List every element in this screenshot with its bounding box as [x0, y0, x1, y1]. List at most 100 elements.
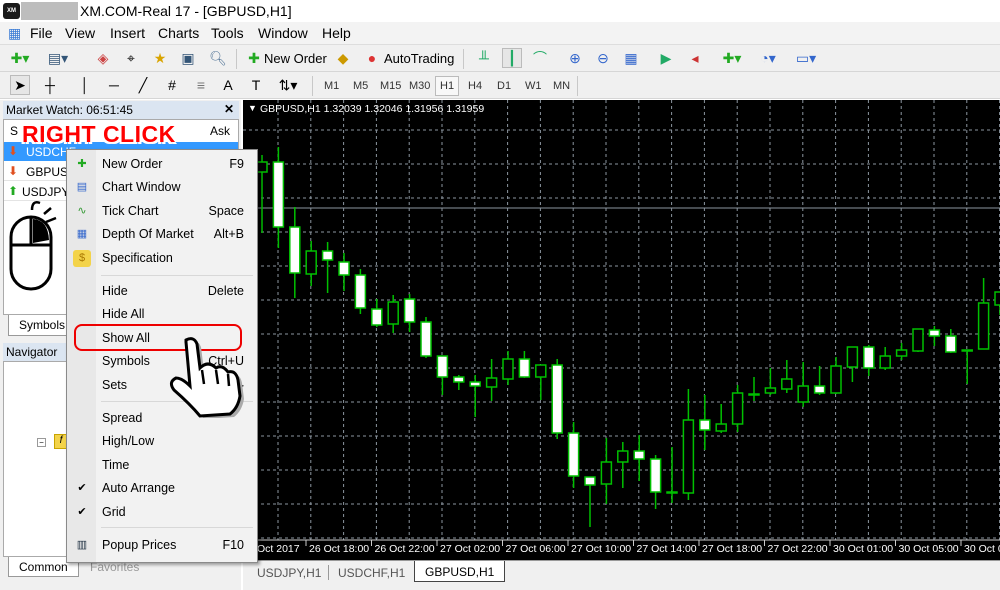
menu-item-label: High/Low	[102, 434, 155, 448]
menu-view[interactable]: View	[65, 25, 95, 41]
candle-body	[977, 302, 990, 350]
profiles-icon[interactable]: ▤▾	[48, 48, 68, 68]
candle-body	[863, 346, 875, 369]
candlestick-chart[interactable]	[243, 100, 1000, 560]
timeframe-h1[interactable]: H1	[435, 76, 460, 96]
candle-body	[600, 461, 613, 485]
autotrading-button[interactable]: AutoTrading	[384, 51, 454, 66]
new-chart-icon[interactable]: ✚▾	[10, 48, 30, 68]
candle-body	[764, 387, 777, 394]
crosshair-icon[interactable]: ┼	[40, 75, 60, 95]
menu-item-time[interactable]: Time	[67, 455, 257, 477]
menu-item-chart-window[interactable]: ▤ Chart Window	[67, 177, 257, 199]
candle-body	[272, 161, 285, 228]
autoscroll-icon[interactable]: ▶	[656, 48, 676, 68]
timeframe-m30[interactable]: M30	[409, 80, 430, 92]
candle-body	[354, 274, 367, 309]
equidistant-channel-icon[interactable]: #	[162, 75, 182, 95]
separator	[463, 49, 464, 69]
candle-body	[961, 349, 973, 352]
menu-item-grid[interactable]: ✔ Grid	[67, 502, 257, 524]
navigator-icon[interactable]: ★	[150, 48, 170, 68]
menu-item-hide-all[interactable]: Hide All	[67, 304, 257, 326]
candle-body	[551, 364, 563, 434]
fibonacci-icon[interactable]: ≡	[191, 75, 211, 95]
app-icon[interactable]: ▦	[8, 25, 21, 42]
chart-tab-gbpusd[interactable]: GBPUSD,H1	[414, 561, 506, 582]
autotrading-icon[interactable]: ●	[362, 48, 382, 68]
timeframe-h4[interactable]: H4	[468, 80, 482, 92]
metaeditor-icon[interactable]: ◆	[333, 48, 353, 68]
cursor-icon[interactable]: ➤	[10, 75, 30, 95]
arrows-icon[interactable]: ⇅▾	[278, 75, 298, 95]
menu-insert[interactable]: Insert	[110, 25, 145, 41]
market-watch-icon[interactable]: ◈	[93, 48, 113, 68]
vertical-line-icon[interactable]: │	[75, 75, 95, 95]
horizontal-line-icon[interactable]: ─	[104, 75, 124, 95]
templates-icon[interactable]: ▭▾	[796, 48, 816, 68]
terminal-icon[interactable]: ▣	[178, 48, 198, 68]
candle-body	[731, 392, 744, 425]
menu-item-specification[interactable]: $ Specification	[67, 248, 257, 270]
new-order-button[interactable]: New Order	[264, 51, 327, 66]
zoom-in-icon[interactable]: ⊕	[565, 48, 585, 68]
timeframe-m5[interactable]: M5	[353, 80, 368, 92]
menu-item-high-low[interactable]: High/Low	[67, 431, 257, 453]
column-ask[interactable]: Ask	[210, 124, 230, 138]
candle-body	[699, 419, 711, 431]
chart-shift-icon[interactable]: ◂	[685, 48, 705, 68]
menu-item-new-order[interactable]: ✚ New Order F9	[67, 154, 257, 176]
line-chart-icon[interactable]: ⌒	[530, 48, 550, 68]
redacted-account	[21, 2, 78, 20]
tile-windows-icon[interactable]: ▦	[621, 48, 641, 68]
close-icon[interactable]: ✕	[224, 102, 234, 116]
chart-info: GBPUSD,H1 1.32039 1.32046 1.31956 1.3195…	[260, 103, 485, 115]
periods-icon[interactable]: ◔▾	[758, 48, 778, 68]
menu-window[interactable]: Window	[258, 25, 308, 41]
column-symbol[interactable]: S	[10, 124, 18, 138]
menu-charts[interactable]: Charts	[158, 25, 199, 41]
menu-item-hide[interactable]: Hide Delete	[67, 281, 257, 303]
candle-body	[617, 450, 629, 463]
menu-item-shortcut: Alt+B	[213, 227, 244, 241]
menu-tools[interactable]: Tools	[211, 25, 244, 41]
text-label-icon[interactable]: T	[246, 75, 266, 95]
separator	[312, 76, 313, 96]
menu-item-label: Hide	[102, 284, 128, 298]
new-order-icon[interactable]: ✚	[244, 48, 264, 68]
arrow-down-icon: ⬇	[8, 164, 19, 178]
chart-dropdown-icon[interactable]: ▼	[248, 103, 257, 113]
trendline-icon[interactable]: ╱	[133, 75, 153, 95]
title-bar: XM XM.COM-Real 17 - [GBPUSD,H1]	[0, 0, 1000, 22]
zoom-out-icon[interactable]: ⊖	[593, 48, 613, 68]
crosshair-target-icon[interactable]: ⌖	[121, 48, 141, 68]
timeframe-m1[interactable]: M1	[324, 80, 339, 92]
menu-item-auto-arrange[interactable]: ✔ Auto Arrange	[67, 478, 257, 500]
menu-file[interactable]: File	[30, 25, 53, 41]
text-icon[interactable]: A	[218, 75, 238, 95]
menu-item-label: Hide All	[102, 307, 145, 321]
indicators-icon[interactable]: ✚▾	[722, 48, 742, 68]
timeframe-mn[interactable]: MN	[553, 80, 570, 92]
timeframe-w1[interactable]: W1	[525, 80, 542, 92]
menu-help[interactable]: Help	[322, 25, 351, 41]
chart-tab-usdjpy[interactable]: USDJPY,H1	[257, 566, 321, 580]
timeframe-d1[interactable]: D1	[497, 80, 511, 92]
candlestick-chart-icon[interactable]: ┃	[502, 48, 522, 68]
menu-item-popup-prices[interactable]: ▥ Popup Prices F10	[67, 535, 257, 557]
window-title: XM.COM-Real 17 - [GBPUSD,H1]	[80, 3, 292, 19]
menu-item-shortcut: Space	[208, 204, 244, 218]
menu-item-tick-chart[interactable]: ∿ Tick Chart Space	[67, 201, 257, 223]
strategy-tester-icon[interactable]: 🔍︎	[208, 48, 228, 68]
timeframe-m15[interactable]: M15	[380, 80, 401, 92]
checkmark-icon: ✔	[77, 506, 87, 518]
candle-body	[321, 250, 334, 261]
chart-window[interactable]: ▼ GBPUSD,H1 1.32039 1.32046 1.31956 1.31…	[243, 100, 1000, 560]
chart-tab-usdchf[interactable]: USDCHF,H1	[338, 566, 405, 580]
candle-body	[403, 298, 416, 323]
bar-chart-icon[interactable]: ╨	[474, 48, 494, 68]
menu-item-depth-of-market[interactable]: ▦ Depth Of Market Alt+B	[67, 224, 257, 246]
menu-separator	[101, 527, 253, 528]
pointing-hand-icon	[169, 337, 244, 418]
collapse-icon[interactable]: −	[37, 438, 46, 447]
